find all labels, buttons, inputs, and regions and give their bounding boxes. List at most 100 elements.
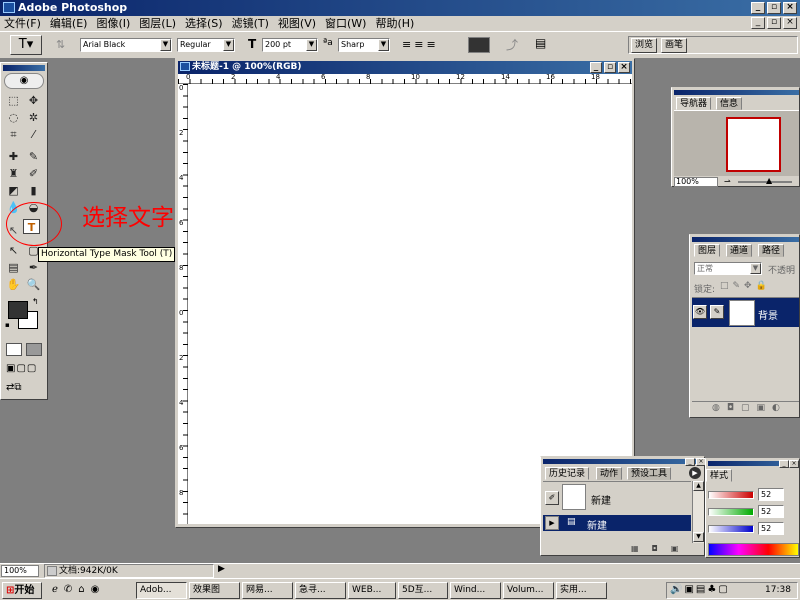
blue-slider[interactable] <box>708 525 754 533</box>
tab-info[interactable]: 信息 <box>716 97 743 110</box>
snapshot-thumbnail[interactable] <box>562 484 586 510</box>
tab-navigator[interactable]: 导航器 <box>676 97 712 110</box>
green-value[interactable]: 52 <box>758 505 784 518</box>
menu-select[interactable]: 选择(S) <box>185 17 223 30</box>
color-ramp[interactable] <box>708 543 799 556</box>
history-state-row[interactable]: ▶ ▤ 新建 <box>543 515 691 532</box>
history-brush-source-icon[interactable]: ✐ <box>545 491 559 505</box>
pen-tool-icon[interactable]: ↖ <box>5 243 22 258</box>
stamp-tool-icon[interactable]: ♜ <box>5 166 22 181</box>
notes-tool-icon[interactable]: ▤ <box>5 260 22 275</box>
palettes-icon[interactable]: ▤ <box>535 36 546 50</box>
eyedropper-tool-icon[interactable]: ✒ <box>25 260 42 275</box>
gradient-tool-icon[interactable]: ▮ <box>25 183 42 198</box>
healing-brush-icon[interactable]: ✚ <box>5 149 22 164</box>
marquee-tool-icon[interactable]: ⬚ <box>5 93 22 108</box>
tab-paths[interactable]: 路径 <box>758 244 785 257</box>
tab-channels[interactable]: 通道 <box>726 244 753 257</box>
tray-icons[interactable]: 🔊▣▤♣▢ <box>670 584 730 595</box>
history-state-marker-icon[interactable]: ▶ <box>545 516 559 530</box>
eraser-tool-icon[interactable]: ◩ <box>5 183 22 198</box>
menu-filter[interactable]: 滤镜(T) <box>232 17 269 30</box>
tab-actions[interactable]: 动作 <box>596 467 623 480</box>
menu-window[interactable]: 窗口(W) <box>325 17 366 30</box>
doc-win-minimize-button[interactable]: _ <box>590 62 602 73</box>
quick-mask-icon[interactable] <box>26 343 42 356</box>
taskbar-item-web[interactable]: WEB... <box>348 582 396 599</box>
crop-tool-icon[interactable]: ⌗ <box>5 127 22 142</box>
warp-text-icon[interactable]: ⤴ <box>506 36 518 53</box>
font-style-select[interactable]: Regular ▼ <box>177 38 235 52</box>
start-button[interactable]: ⊞开始 <box>2 582 42 599</box>
align-center-icon[interactable]: ≡ <box>414 38 426 51</box>
red-value[interactable]: 52 <box>758 488 784 501</box>
zoom-out-icon[interactable]: ⇀ <box>724 177 731 186</box>
slice-tool-icon[interactable]: ⁄ <box>25 127 42 142</box>
green-slider[interactable] <box>708 508 754 516</box>
taskbar-item-windows[interactable]: Wind... <box>450 582 501 599</box>
red-slider[interactable] <box>708 491 754 499</box>
font-family-select[interactable]: Arial Black ▼ <box>80 38 172 52</box>
menu-layer[interactable]: 图层(L) <box>139 17 176 30</box>
menu-image[interactable]: 图像(I) <box>96 17 130 30</box>
brush-icon[interactable]: ✎ <box>710 305 724 319</box>
layers-footer-icons[interactable]: ◍◘▢▣◐ <box>692 401 799 415</box>
menu-view[interactable]: 视图(V) <box>278 17 316 30</box>
default-colors-icon[interactable]: ▪ <box>5 321 10 329</box>
font-size-select[interactable]: 200 pt ▼ <box>262 38 318 52</box>
doc-restore-button[interactable]: ▫ <box>767 17 781 29</box>
hand-tool-icon[interactable]: ✋ <box>5 277 22 292</box>
move-tool-icon[interactable]: ✥ <box>25 93 42 108</box>
taskbar-item-5d[interactable]: 5D互... <box>398 582 448 599</box>
eye-logo-icon[interactable]: ◉ <box>4 73 44 89</box>
scroll-up-icon[interactable]: ▲ <box>693 481 704 491</box>
color-close-button[interactable]: × <box>789 460 799 468</box>
doc-close-button[interactable]: × <box>783 17 797 29</box>
brush-tool-icon[interactable]: ✎ <box>25 149 42 164</box>
taskbar-item-effects[interactable]: 效果图 <box>189 582 240 599</box>
history-minimize-button[interactable]: _ <box>685 458 695 466</box>
menu-file[interactable]: 文件(F) <box>4 17 41 30</box>
blend-mode-select[interactable]: 正常 ▼ <box>694 262 762 275</box>
doc-win-maximize-button[interactable]: ▫ <box>604 62 616 73</box>
scroll-down-icon[interactable]: ▼ <box>693 532 704 542</box>
navigator-zoom-field[interactable]: 100% <box>674 177 718 187</box>
maximize-button[interactable]: ▫ <box>767 2 781 14</box>
status-menu-arrow-icon[interactable]: ▶ <box>218 564 225 574</box>
history-scrollbar[interactable]: ▲ ▼ <box>692 481 704 543</box>
doc-win-close-button[interactable]: × <box>618 62 630 73</box>
panel-menu-icon[interactable]: ▶ <box>689 467 701 479</box>
zoom-slider[interactable] <box>738 181 792 183</box>
swap-colors-icon[interactable]: ↰ <box>32 297 39 306</box>
tool-preset-picker[interactable]: T▾ <box>10 35 42 55</box>
tab-brushes[interactable]: 画笔 <box>661 38 688 53</box>
lasso-tool-icon[interactable]: ◌ <box>5 110 22 125</box>
text-orientation-icon[interactable]: ⇅ <box>56 38 65 51</box>
standard-mode-icon[interactable] <box>6 343 22 356</box>
color-minimize-button[interactable]: _ <box>779 460 789 468</box>
minimize-button[interactable]: _ <box>751 2 765 14</box>
menu-help[interactable]: 帮助(H) <box>375 17 414 30</box>
history-footer-icons[interactable]: ▦◘▣ <box>543 544 704 555</box>
tab-styles[interactable]: 样式 <box>706 469 733 482</box>
taskbar-item-netease[interactable]: 网易... <box>242 582 293 599</box>
status-zoom-field[interactable]: 100% <box>1 565 39 577</box>
taskbar-item-photoshop[interactable]: Adob... <box>136 582 187 599</box>
tab-tool-presets[interactable]: 预设工具 <box>627 467 672 480</box>
navigator-preview[interactable] <box>726 117 781 172</box>
quick-launch-icons[interactable]: ℯ✆⌂◉ <box>52 584 105 595</box>
screen-mode-icons[interactable]: ▣▢▢ <box>6 363 37 374</box>
snapshot-label[interactable]: 新建 <box>591 492 611 507</box>
zoom-tool-icon[interactable]: 🔍 <box>25 277 42 292</box>
tab-layers[interactable]: 图层 <box>694 244 721 257</box>
taskbar-item-volume[interactable]: Volum... <box>503 582 554 599</box>
tab-browse[interactable]: 浏览 <box>631 38 658 53</box>
magic-wand-icon[interactable]: ✲ <box>25 110 42 125</box>
align-right-icon[interactable]: ≡ <box>426 38 438 51</box>
blue-value[interactable]: 52 <box>758 522 784 535</box>
antialias-select[interactable]: Sharp ▼ <box>338 38 390 52</box>
doc-minimize-button[interactable]: _ <box>751 17 765 29</box>
taskbar-item-utility[interactable]: 实用... <box>556 582 607 599</box>
align-left-icon[interactable]: ≡ <box>402 38 414 51</box>
eye-icon[interactable]: 👁 <box>693 305 707 319</box>
